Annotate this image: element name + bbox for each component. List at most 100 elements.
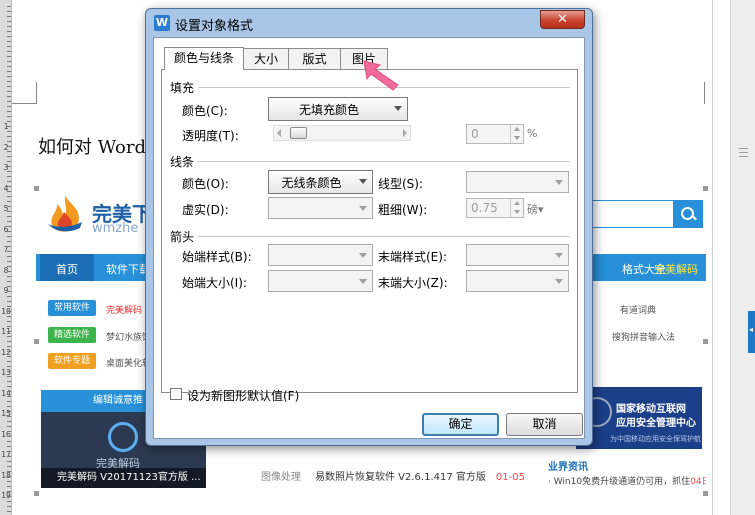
tab-size[interactable]: 大小 — [243, 48, 289, 70]
ruler-tick — [7, 136, 11, 137]
begin-style-dropdown[interactable] — [268, 244, 373, 266]
ruler-tick — [7, 151, 11, 152]
chevron-down-icon — [555, 279, 563, 284]
line-color-dropdown[interactable]: 无线条颜色 — [268, 170, 373, 194]
dialog-titlebar[interactable]: W 设置对象格式 ✕ — [146, 9, 592, 37]
ruler-tick — [7, 171, 11, 172]
fill-color-label: 颜色(C): — [182, 104, 228, 118]
ruler-tick — [7, 446, 11, 447]
ruler-tick — [7, 21, 11, 22]
ad-banner: 国家移动互联网 应用安全管理中心 为中国移动应用安全保驾护航 — [576, 387, 702, 449]
ruler-tick — [7, 6, 11, 7]
dash-dropdown[interactable] — [268, 197, 373, 219]
chevron-down-icon — [359, 179, 367, 184]
ruler-tick — [7, 161, 11, 162]
default-checkbox[interactable] — [170, 388, 182, 400]
ruler-tick — [7, 271, 11, 272]
weight-spinner[interactable]: 0.75 — [466, 198, 524, 218]
spin-down-icon[interactable] — [510, 134, 523, 143]
site-nav-software: 软件下载 — [106, 263, 150, 276]
page-edge — [712, 0, 713, 515]
ruler-tick — [7, 386, 11, 387]
ruler-tick — [7, 436, 11, 437]
ruler-tick — [7, 251, 11, 252]
ruler-tick — [7, 396, 11, 397]
ruler-tick — [7, 276, 11, 277]
transparency-unit: % — [527, 127, 538, 140]
tab-layout[interactable]: 版式 — [288, 48, 341, 70]
end-style-dropdown[interactable] — [466, 244, 569, 266]
ruler-tick — [7, 221, 11, 222]
ruler-tick — [7, 191, 11, 192]
weight-unit[interactable]: 磅▾ — [527, 201, 544, 217]
vertical-ruler: 1 2 3 4 5 6 7 8 9 10 11 12 13 14 15 16 17 18 19 — [0, 0, 12, 515]
default-checkbox-label[interactable]: 设为新图形默认值(F) — [187, 387, 299, 404]
spin-down-icon[interactable] — [510, 208, 523, 217]
ruler-tick — [7, 116, 11, 117]
ruler-tick — [7, 61, 11, 62]
ruler-tick — [7, 31, 11, 32]
ruler-tick — [7, 131, 11, 132]
ruler-tick — [7, 126, 11, 127]
ad-line-1: 国家移动互联网 — [616, 404, 686, 415]
ruler-tick — [7, 366, 11, 367]
ruler-tick — [7, 36, 11, 37]
site-right-item: 搜狗拼音输入法 — [612, 333, 676, 343]
line-type-label: 线型(S): — [378, 177, 424, 191]
side-panel-toggle[interactable]: ◂ — [748, 311, 755, 353]
fill-color-dropdown[interactable]: 无填充颜色 — [268, 97, 408, 121]
end-size-dropdown[interactable] — [466, 270, 569, 292]
transparency-spinner[interactable]: 0 — [466, 124, 524, 144]
ok-button[interactable]: 确定 — [422, 413, 499, 436]
dialog-title: 设置对象格式 — [175, 19, 254, 34]
dialog-client-area: 颜色与线条 大小 版式 图片 填充 颜色(C): 无填充颜色 透明度(T): 0… — [153, 37, 585, 439]
category-badge: 软件专题 — [48, 353, 96, 369]
slider-thumb[interactable] — [290, 127, 307, 139]
cancel-button[interactable]: 取消 — [506, 413, 583, 436]
ruler-tick — [7, 401, 11, 402]
ruler-tick — [7, 236, 11, 237]
end-size-label: 末端大小(Z): — [378, 276, 448, 290]
document-heading[interactable]: 如何对 Word — [38, 133, 146, 159]
ruler-tick — [7, 51, 11, 52]
ruler-tick — [7, 231, 11, 232]
site-right-item: 有道词典 — [620, 306, 657, 316]
end-style-label: 末端样式(E): — [378, 250, 447, 264]
line-color-value: 无线条颜色 — [281, 176, 342, 190]
ruler-tick — [7, 361, 11, 362]
ruler-tick — [7, 471, 11, 472]
ruler-tick — [7, 376, 11, 377]
line-type-dropdown[interactable] — [466, 171, 569, 193]
ruler-tick — [7, 421, 11, 422]
news-side-date: 04日 — [690, 477, 706, 487]
begin-size-dropdown[interactable] — [268, 270, 373, 292]
ruler-tick — [7, 176, 11, 177]
spin-up-icon[interactable] — [510, 199, 523, 208]
ruler-tick — [7, 226, 11, 227]
close-button[interactable]: ✕ — [540, 10, 585, 29]
ruler-tick — [7, 506, 11, 507]
ruler-tick — [7, 391, 11, 392]
crop-mark — [704, 82, 705, 104]
ruler-tick — [7, 201, 11, 202]
ruler-tick — [7, 266, 11, 267]
ruler-tick — [7, 451, 11, 452]
category-badge: 精选软件 — [48, 327, 96, 343]
ruler-tick — [7, 206, 11, 207]
tab-colors-and-lines[interactable]: 颜色与线条 — [164, 47, 244, 70]
ad-line-3: 为中国移动应用安全保驾护航 — [610, 435, 701, 443]
transparency-slider[interactable] — [273, 125, 411, 141]
ruler-tick — [7, 106, 11, 107]
spin-up-icon[interactable] — [510, 125, 523, 134]
ruler-tick — [7, 426, 11, 427]
ruler-tick — [7, 441, 11, 442]
ruler-tick — [7, 141, 11, 142]
ruler-tick — [7, 41, 11, 42]
chevron-down-icon — [555, 253, 563, 258]
ruler-tick — [7, 196, 11, 197]
news-side-title: 业界资讯 — [548, 462, 588, 473]
ruler-tick — [7, 356, 11, 357]
vertical-scrollbar[interactable]: ◂ — [730, 0, 755, 515]
scrollbar-grip-icon[interactable] — [739, 148, 748, 157]
ruler-tick — [7, 306, 11, 307]
